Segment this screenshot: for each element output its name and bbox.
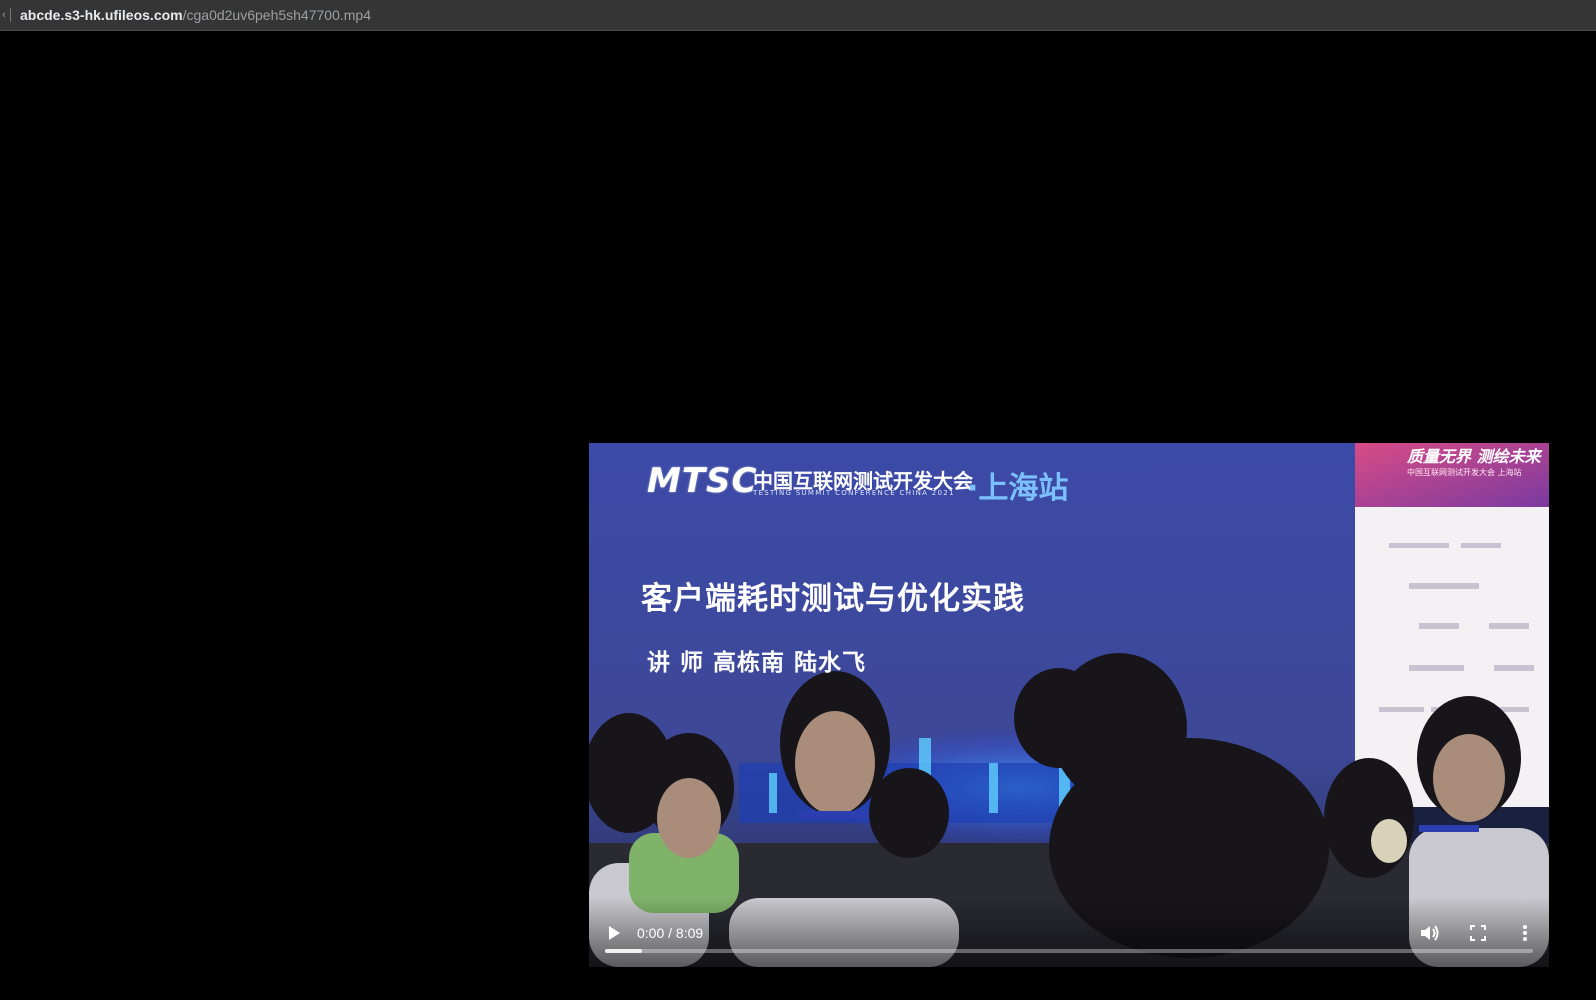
url-path: /cga0d2uv6peh5sh47700.mp4 (182, 7, 371, 23)
conference-city: ·上海站 (967, 471, 1069, 506)
buffered-progress (605, 949, 643, 953)
address-bar-divider (10, 8, 11, 22)
mute-button[interactable] (1417, 920, 1443, 946)
speakers: 讲 师 高栋南 陆水飞 (647, 650, 867, 676)
more-options-button[interactable] (1512, 920, 1538, 946)
fullscreen-icon (1470, 925, 1486, 941)
volume-icon (1421, 925, 1439, 941)
url-host: abcde.s3-hk.ufileos.com (20, 7, 183, 23)
video-player[interactable]: MTSC 中国互联网测试开发大会 TESTING SUMMIT CONFEREN… (589, 443, 1549, 967)
video-frame (589, 443, 1549, 967)
seek-bar[interactable] (605, 949, 1533, 953)
fullscreen-button[interactable] (1465, 920, 1491, 946)
banner-subtitle: 中国互联网测试开发大会 上海站 (1407, 468, 1522, 477)
conference-brand: MTSC (647, 461, 758, 501)
play-icon (609, 926, 620, 940)
time-display: 0:00 / 8:09 (637, 925, 704, 941)
conference-name-en: TESTING SUMMIT CONFERENCE CHINA 2021 (753, 489, 955, 497)
address-bar-edge-icon: ‹ (2, 9, 6, 21)
address-bar[interactable]: ‹ abcde.s3-hk.ufileos.com/cga0d2uv6peh5s… (0, 0, 1596, 31)
url-text[interactable]: abcde.s3-hk.ufileos.com/cga0d2uv6peh5sh4… (20, 7, 371, 23)
play-button[interactable] (601, 920, 627, 946)
video-controls: 0:00 / 8:09 (589, 897, 1549, 967)
talk-title: 客户端耗时测试与优化实践 (641, 581, 1025, 617)
banner-slogan: 质量无界 测绘未来 (1407, 447, 1541, 466)
more-vertical-icon (1523, 925, 1527, 941)
